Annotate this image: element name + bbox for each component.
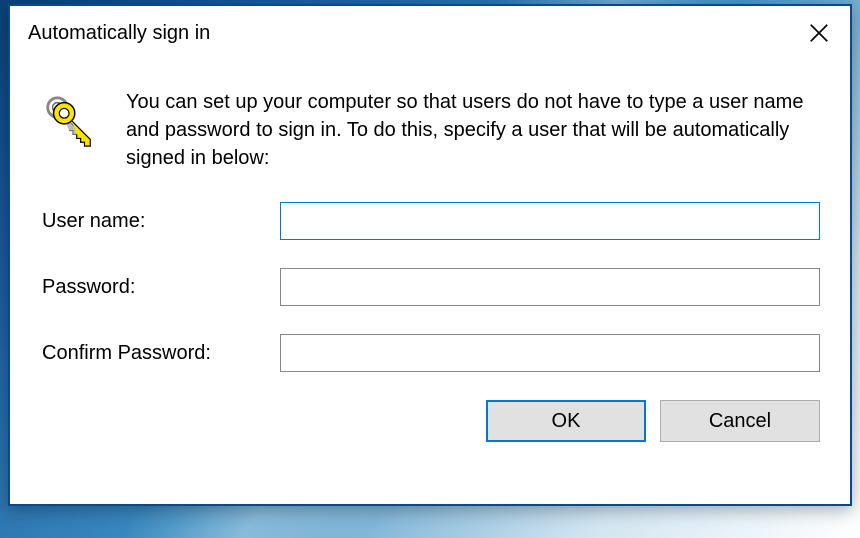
- confirm-password-row: Confirm Password:: [40, 334, 820, 372]
- cancel-button[interactable]: Cancel: [660, 400, 820, 442]
- username-input[interactable]: [280, 202, 820, 240]
- password-label: Password:: [40, 276, 280, 299]
- dialog-content: You can set up your computer so that use…: [10, 60, 850, 452]
- dialog-description: You can set up your computer so that use…: [126, 88, 820, 172]
- confirm-password-label: Confirm Password:: [40, 342, 280, 365]
- dialog-buttons: OK Cancel: [40, 400, 820, 442]
- username-label: User name:: [40, 210, 280, 233]
- close-icon: [808, 22, 830, 44]
- dialog-title: Automatically sign in: [28, 22, 210, 45]
- username-row: User name:: [40, 202, 820, 240]
- keys-icon: [40, 92, 98, 150]
- auto-signin-dialog: Automatically sign in: [8, 4, 852, 506]
- dialog-titlebar: Automatically sign in: [10, 6, 850, 60]
- password-row: Password:: [40, 268, 820, 306]
- close-button[interactable]: [804, 18, 834, 48]
- confirm-password-input[interactable]: [280, 334, 820, 372]
- password-input[interactable]: [280, 268, 820, 306]
- ok-button[interactable]: OK: [486, 400, 646, 442]
- dialog-header: You can set up your computer so that use…: [40, 88, 820, 172]
